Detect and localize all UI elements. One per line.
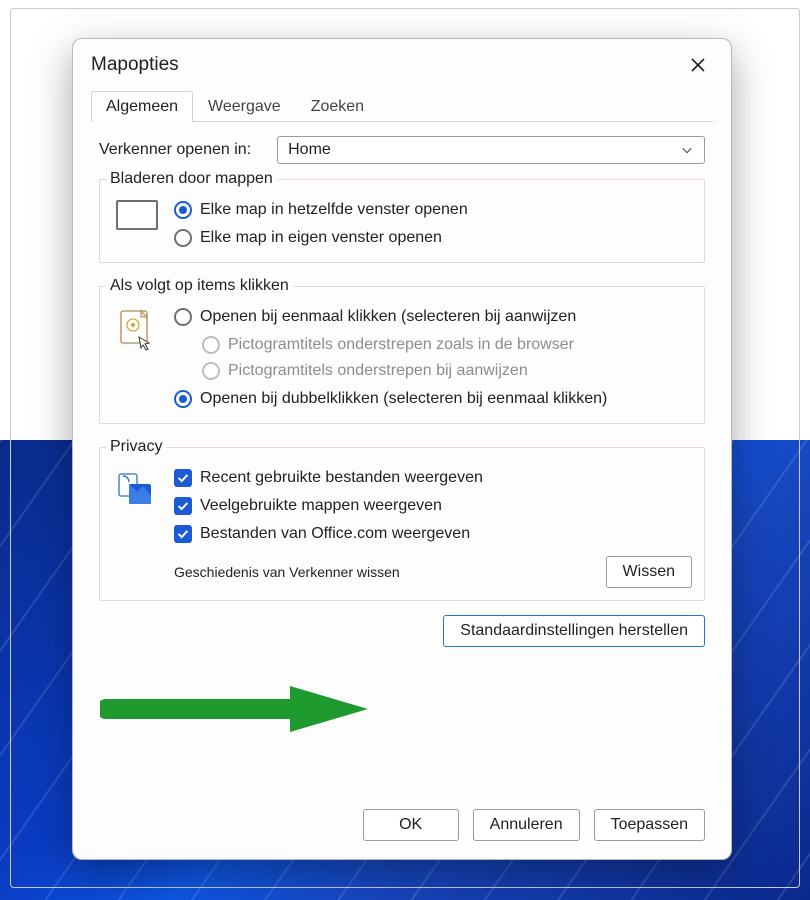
privacy-item-label: Bestanden van Office.com weergeven [200,522,470,546]
click-single-label: Openen bij eenmaal klikken (selecteren b… [200,305,576,329]
radio-icon [174,390,192,408]
dialog-title: Mapopties [91,54,179,76]
clear-history-button[interactable]: Wissen [606,556,692,588]
history-row: Geschiedenis van Verkenner wissen Wissen [174,556,694,588]
click-group: Als volgt op items klikken Openen bij ee… [99,277,705,424]
click-double-option[interactable]: Openen bij dubbelklikken (selecteren bij… [174,387,694,411]
checkbox-checked-icon [174,497,192,515]
browse-option-own-window[interactable]: Elke map in eigen venster openen [174,226,694,250]
click-single-option[interactable]: Openen bij eenmaal klikken (selecteren b… [174,305,694,329]
privacy-item-label: Recent gebruikte bestanden weergeven [200,466,483,490]
browse-option-same-window[interactable]: Elke map in hetzelfde venster openen [174,198,694,222]
apply-button[interactable]: Toepassen [594,809,705,841]
privacy-frequent-folders[interactable]: Veelgebruikte mappen weergeven [174,494,694,518]
history-label: Geschiedenis van Verkenner wissen [174,564,400,580]
open-in-label: Verkenner openen in: [99,141,251,159]
dialog-footer: OK Annuleren Toepassen [73,801,731,859]
tab-content: Verkenner openen in: Home Bladeren door … [73,122,731,801]
folder-options-dialog: Mapopties Algemeen Weergave Zoeken Verke… [72,38,732,860]
browse-option-label: Elke map in hetzelfde venster openen [200,198,468,222]
radio-icon [202,336,220,354]
privacy-icon-col [110,466,164,588]
tab-general[interactable]: Algemeen [91,91,193,122]
radio-icon [174,229,192,247]
ok-button[interactable]: OK [363,809,459,841]
titlebar: Mapopties [73,39,731,85]
privacy-item-label: Veelgebruikte mappen weergeven [200,494,442,518]
tabs: Algemeen Weergave Zoeken [91,91,713,122]
close-icon [690,57,706,73]
browse-group: Bladeren door mappen Elke map in hetzelf… [99,170,705,263]
click-legend: Als volgt op items klikken [106,277,293,295]
browse-legend: Bladeren door mappen [106,170,277,188]
recent-files-icon [115,468,159,512]
cancel-button[interactable]: Annuleren [473,809,580,841]
open-in-value: Home [288,141,331,159]
restore-row: Standaardinstellingen herstellen [99,615,705,647]
close-button[interactable] [683,53,713,77]
document-pointer-icon [115,307,159,351]
restore-defaults-button[interactable]: Standaardinstellingen herstellen [443,615,705,647]
privacy-group: Privacy Recent gebruikte bes [99,438,705,601]
click-sub-hover: Pictogramtitels onderstrepen bij aanwijz… [202,359,694,383]
privacy-office-files[interactable]: Bestanden van Office.com weergeven [174,522,694,546]
radio-icon [174,308,192,326]
chevron-down-icon [680,143,694,157]
click-icon-col [110,305,164,411]
click-sub-label: Pictogramtitels onderstrepen bij aanwijz… [228,359,528,383]
window-icon [116,200,158,230]
radio-icon [202,362,220,380]
click-sub-browser: Pictogramtitels onderstrepen zoals in de… [202,333,694,357]
checkbox-checked-icon [174,469,192,487]
click-double-label: Openen bij dubbelklikken (selecteren bij… [200,387,607,411]
privacy-legend: Privacy [106,438,166,456]
browse-option-label: Elke map in eigen venster openen [200,226,442,250]
open-in-select[interactable]: Home [277,136,705,164]
tab-view[interactable]: Weergave [193,91,296,122]
checkbox-checked-icon [174,525,192,543]
tab-search[interactable]: Zoeken [296,91,379,122]
radio-icon [174,201,192,219]
privacy-recent-files[interactable]: Recent gebruikte bestanden weergeven [174,466,694,490]
browse-icon [110,198,164,250]
click-sub-label: Pictogramtitels onderstrepen zoals in de… [228,333,574,357]
open-in-row: Verkenner openen in: Home [99,136,705,164]
